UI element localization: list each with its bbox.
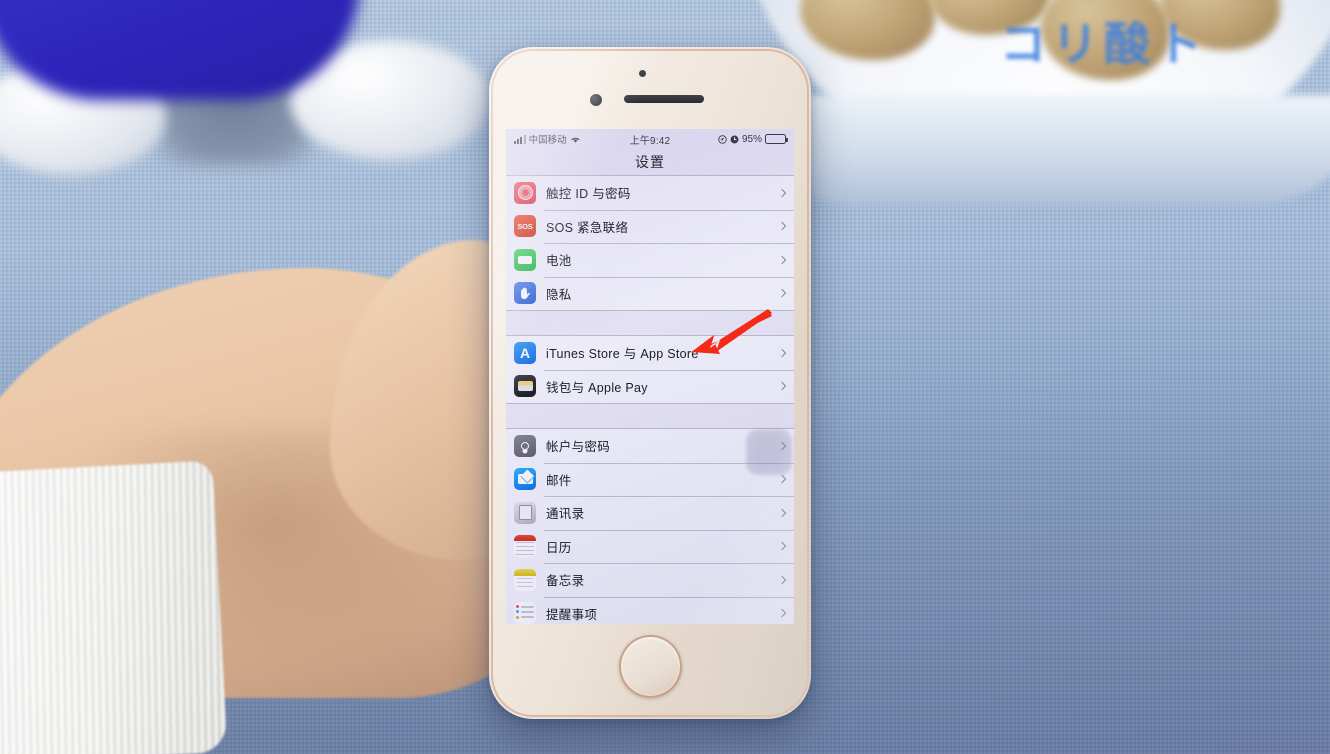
row-label: 邮件 — [546, 473, 572, 488]
settings-row-touchid[interactable]: 触控 ID 与密码 — [506, 176, 794, 210]
touchid-icon — [514, 181, 536, 204]
contacts-icon — [514, 501, 536, 524]
settings-row-accounts[interactable]: 帐户与密码 — [506, 429, 794, 463]
sos-icon: SOS — [514, 215, 536, 238]
chevron-right-icon — [777, 441, 787, 450]
settings-row-reminders[interactable]: 提醒事项 — [506, 596, 794, 624]
iphone-device: 中国移动 上午9:42 95% 设置 触控 ID 与密码 SOS SOS 紧急联… — [489, 47, 811, 719]
accounts-key-icon — [514, 434, 536, 457]
settings-row-contacts[interactable]: 通讯录 — [506, 496, 794, 530]
row-label: 提醒事项 — [546, 607, 598, 622]
chevron-right-icon — [777, 222, 787, 231]
row-label: 帐户与密码 — [546, 440, 611, 455]
wallet-icon — [514, 375, 536, 398]
row-label: 日历 — [546, 540, 572, 555]
settings-group-2: A iTunes Store 与 App Store 钱包与 Apple Pay — [506, 335, 794, 404]
chevron-right-icon — [777, 255, 787, 264]
privacy-hand-icon — [514, 282, 536, 305]
row-label: 钱包与 Apple Pay — [546, 380, 648, 395]
row-label: 通讯录 — [546, 507, 585, 522]
row-label: SOS 紧急联络 — [546, 220, 629, 235]
settings-row-wallet-applepay[interactable]: 钱包与 Apple Pay — [506, 369, 794, 404]
settings-row-notes[interactable]: 备忘录 — [506, 563, 794, 597]
reminders-icon — [514, 602, 536, 624]
row-label: 隐私 — [546, 287, 572, 302]
status-bar: 中国移动 上午9:42 95% — [506, 129, 794, 149]
proximity-sensor-icon — [639, 70, 646, 77]
chevron-right-icon — [777, 382, 787, 391]
settings-row-privacy[interactable]: 隐私 — [506, 276, 794, 311]
chevron-right-icon — [777, 575, 787, 584]
settings-row-battery[interactable]: 电池 — [506, 243, 794, 277]
notes-icon — [514, 568, 536, 591]
plate-rim — [745, 95, 1330, 205]
chevron-right-icon — [777, 475, 787, 484]
row-label: 电池 — [546, 254, 572, 269]
settings-group-3: 帐户与密码 邮件 通讯录 日历 备忘录 提醒事项 — [506, 428, 794, 624]
alarm-clock-icon — [730, 135, 739, 143]
settings-row-calendar[interactable]: 日历 — [506, 529, 794, 564]
battery-percent-label: 95% — [741, 133, 762, 145]
front-camera-icon — [590, 94, 602, 106]
row-label: 备忘录 — [546, 574, 585, 589]
chevron-right-icon — [777, 289, 787, 298]
chevron-right-icon — [777, 508, 787, 517]
settings-group-1: 触控 ID 与密码 SOS SOS 紧急联络 电池 隐私 — [506, 175, 794, 311]
status-bar-right: 95% — [718, 133, 788, 145]
plate-label: コリ酸ト — [1000, 17, 1208, 71]
earpiece-speaker — [624, 95, 704, 103]
home-button[interactable] — [619, 635, 682, 698]
calendar-icon — [514, 535, 536, 558]
row-label: 触控 ID 与密码 — [546, 187, 631, 202]
chevron-right-icon — [777, 348, 787, 357]
chevron-right-icon — [777, 188, 787, 197]
phone-screen: 中国移动 上午9:42 95% 设置 触控 ID 与密码 SOS SOS 紧急联… — [506, 129, 794, 624]
mail-icon — [514, 468, 536, 491]
chevron-right-icon — [777, 609, 787, 618]
page-title: 设置 — [635, 154, 665, 170]
settings-row-itunes-appstore[interactable]: A iTunes Store 与 App Store — [506, 336, 794, 370]
battery-icon — [514, 248, 536, 271]
sleeve-cuff — [0, 460, 228, 754]
chevron-right-icon — [777, 542, 787, 551]
settings-row-mail[interactable]: 邮件 — [506, 462, 794, 497]
row-label: iTunes Store 与 App Store — [546, 347, 699, 362]
appstore-icon: A — [514, 341, 536, 364]
battery-icon — [765, 134, 788, 144]
settings-row-sos[interactable]: SOS SOS 紧急联络 — [506, 209, 794, 244]
location-arrow-icon — [718, 134, 727, 144]
